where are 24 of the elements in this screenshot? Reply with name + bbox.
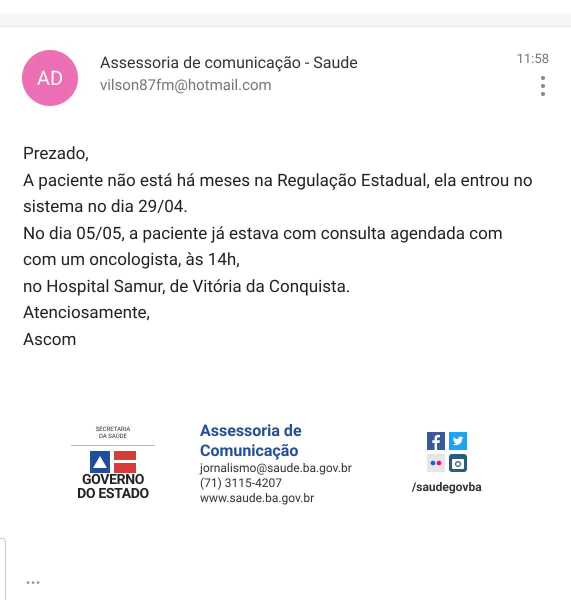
logo-text: DO ESTADO <box>77 487 149 501</box>
body-text: A paciente não está há meses na Regulação Estadual, ela entrou no sistema no dia 29/04. <box>23 170 534 219</box>
twitter-icon <box>448 432 467 450</box>
body-text: no Hospital Samur, de Vitória da Conquista. <box>23 276 352 298</box>
logo-text: GOVERNO <box>82 473 144 487</box>
flickr-icon <box>426 454 445 472</box>
instagram-icon <box>448 454 467 472</box>
avatar: AD <box>22 50 78 106</box>
signature-title: Comunicação <box>200 441 300 461</box>
contact-text: jornalismo@saude.ba.gov.br <box>200 461 352 476</box>
social-handle: /saudegovba <box>412 478 482 496</box>
more-options-button[interactable] <box>541 74 545 98</box>
flag-logo-icon <box>90 451 136 473</box>
show-trimmed-button[interactable]: ••• <box>26 574 42 592</box>
body-text: Atenciosamente, <box>23 302 151 325</box>
signature-title: Assessoria de <box>200 421 303 441</box>
body-text: Ascom <box>23 328 78 352</box>
sender-name: Assessoria de comunicação - Saude <box>100 52 359 74</box>
body-text: Prezado, <box>23 143 90 166</box>
contact-text: www.saude.ba.gov.br <box>200 491 316 506</box>
timestamp: 11:58 <box>516 51 549 69</box>
facebook-icon <box>426 432 445 450</box>
contact-text: (71) 3115-4207 <box>200 476 284 491</box>
sender-email: vilson87fm@hotmail.com <box>100 75 273 96</box>
